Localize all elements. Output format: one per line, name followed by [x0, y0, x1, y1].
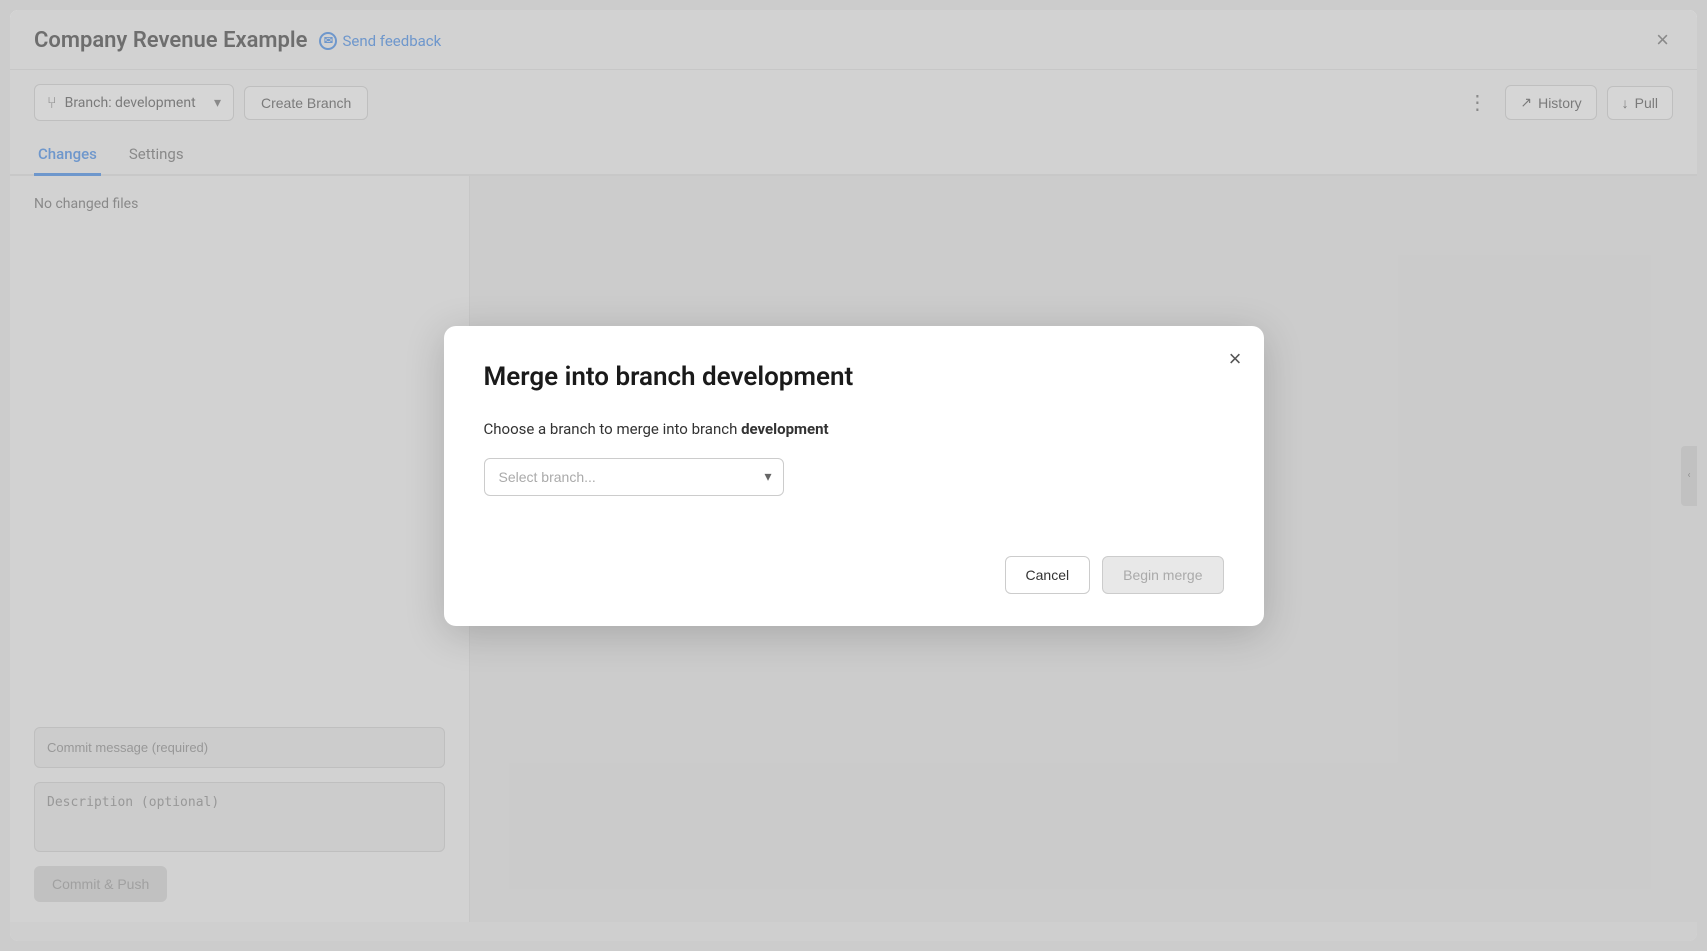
modal-actions: Cancel Begin merge [484, 556, 1224, 594]
modal-description: Choose a branch to merge into branch dev… [484, 420, 1224, 438]
modal-branch-name: development [741, 420, 829, 438]
main-panel: Company Revenue Example ✉ Send feedback … [10, 10, 1697, 941]
modal-close-button[interactable]: × [1225, 342, 1246, 376]
branch-select[interactable]: Select branch... [484, 458, 784, 496]
modal-title: Merge into branch development [484, 362, 1224, 392]
cancel-button[interactable]: Cancel [1005, 556, 1091, 594]
begin-merge-button[interactable]: Begin merge [1102, 556, 1223, 594]
modal-overlay: × Merge into branch development Choose a… [10, 10, 1697, 941]
branch-select-wrapper: Select branch... ▾ [484, 458, 784, 496]
modal-description-prefix: Choose a branch to merge into branch [484, 420, 742, 438]
merge-modal: × Merge into branch development Choose a… [444, 326, 1264, 626]
